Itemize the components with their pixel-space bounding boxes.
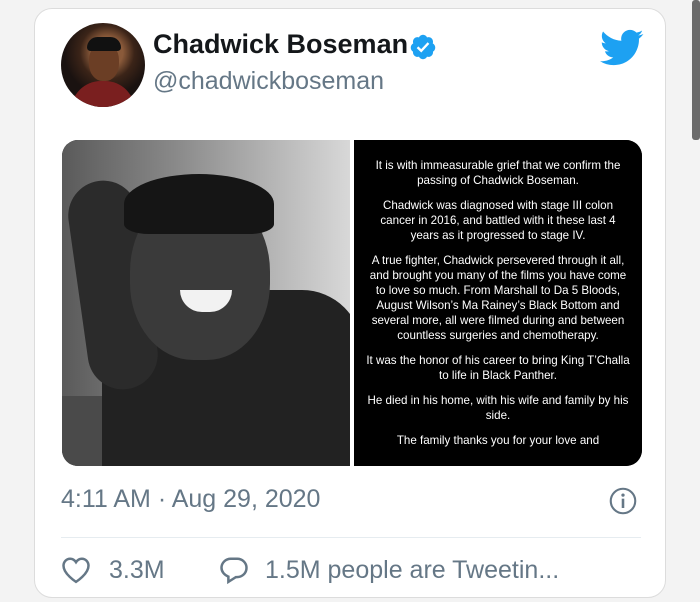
divider-line: [61, 537, 641, 538]
statement-paragraph: Chadwick was diagnosed with stage III co…: [380, 199, 616, 242]
statement-paragraph: He died in his home, with his wife and f…: [367, 394, 629, 422]
scrollbar[interactable]: [692, 0, 700, 140]
tweet-timestamp[interactable]: 4:11 AM · Aug 29, 2020: [61, 485, 320, 514]
display-name[interactable]: Chadwick Boseman: [153, 29, 408, 60]
statement-paragraph: The family thanks you for your love and: [396, 434, 600, 447]
photo-hair: [124, 174, 274, 234]
avatar-shirt: [71, 81, 135, 107]
tweet-media[interactable]: It is with immeasurable grief that we co…: [62, 140, 642, 466]
heart-icon[interactable]: [61, 556, 91, 584]
tweeting-count: 1.5M people are Tweetin...: [265, 555, 560, 584]
tweeting-link[interactable]: 1.5M people are Tweetin...: [219, 553, 559, 587]
statement-image[interactable]: It is with immeasurable grief that we co…: [354, 140, 642, 466]
statement-paragraph: A true fighter, Chadwick persevered thro…: [369, 254, 627, 342]
statement-paragraph: It is with immeasurable grief that we co…: [375, 159, 621, 187]
avatar-hair: [87, 37, 121, 51]
twitter-bird-icon[interactable]: [600, 29, 644, 67]
statement-paragraph: It was the honor of his career to bring …: [366, 354, 630, 382]
tweet-card: Chadwick Boseman @chadwickboseman It is …: [34, 8, 666, 598]
like-button[interactable]: 3.3M: [61, 553, 165, 587]
verified-badge-icon: [410, 34, 436, 60]
avatar[interactable]: [61, 23, 145, 107]
user-handle[interactable]: @chadwickboseman: [153, 67, 384, 96]
speech-bubble-icon[interactable]: [219, 555, 249, 585]
portrait-photo[interactable]: [62, 140, 350, 466]
info-icon[interactable]: [609, 487, 637, 515]
like-count: 3.3M: [109, 555, 165, 584]
